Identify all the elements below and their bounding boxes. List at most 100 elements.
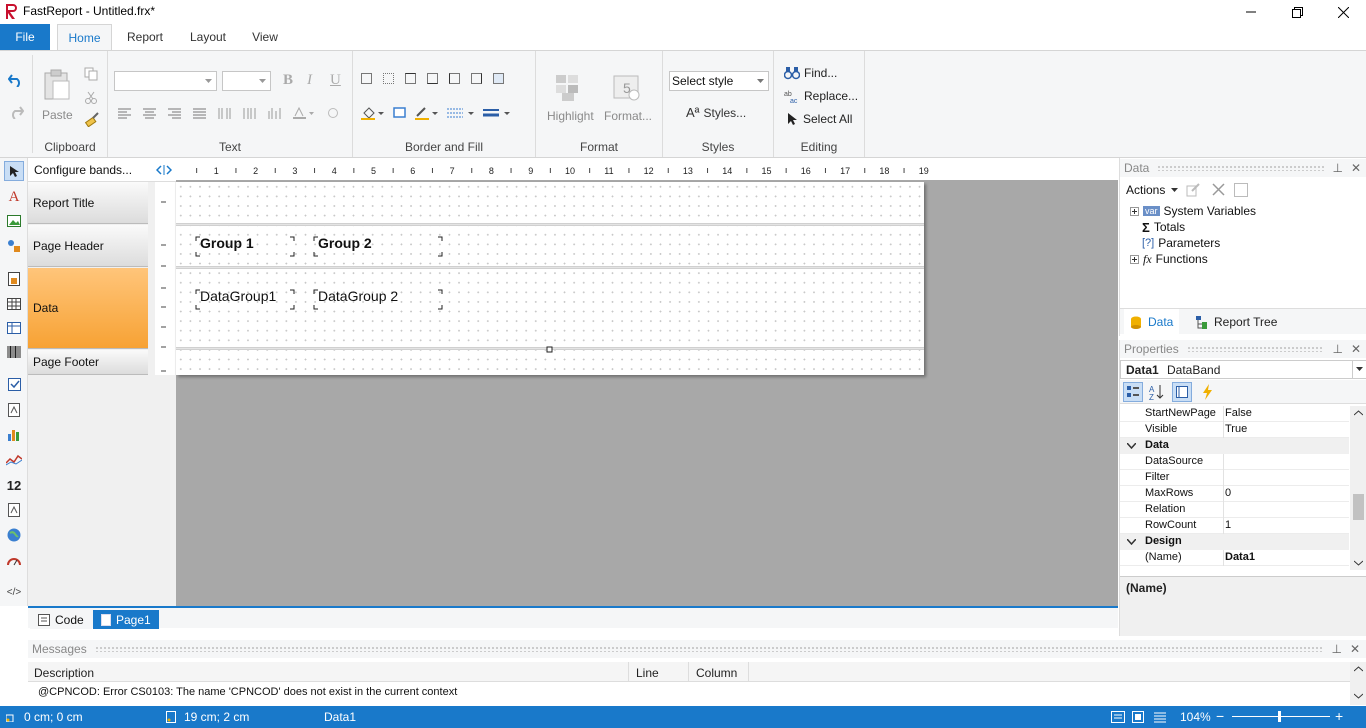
richtext-tool-icon[interactable]: [4, 400, 24, 420]
pin-icon[interactable]: ⊥: [1332, 342, 1342, 356]
col-description[interactable]: Description: [34, 666, 94, 680]
border-all-icon[interactable]: [361, 73, 372, 84]
highlight-icon[interactable]: [554, 73, 584, 103]
delete-icon[interactable]: [1212, 183, 1225, 196]
line-style-icon[interactable]: [447, 107, 475, 119]
valign-bottom-icon[interactable]: [268, 107, 281, 119]
zoom-whole-page-icon[interactable]: [1132, 711, 1144, 723]
pin-icon[interactable]: ⊥: [1331, 642, 1341, 656]
prop-row-relation[interactable]: Relation: [1120, 502, 1349, 518]
close-button[interactable]: [1320, 0, 1366, 24]
collapse-panel-icon[interactable]: [156, 165, 172, 175]
line-color-icon[interactable]: [415, 106, 439, 120]
paste-label[interactable]: Paste: [42, 108, 73, 122]
shadow-icon[interactable]: [393, 107, 407, 119]
col-line[interactable]: Line: [636, 666, 659, 680]
collapse-icon[interactable]: [1127, 539, 1136, 545]
align-right-icon[interactable]: [168, 108, 181, 119]
text-color-icon[interactable]: [293, 107, 315, 119]
font-size-dropdown[interactable]: [222, 71, 271, 91]
align-left-icon[interactable]: [118, 108, 131, 119]
undo-icon[interactable]: [8, 73, 24, 87]
tree-totals[interactable]: Σ Totals: [1142, 219, 1185, 235]
prop-row-visible[interactable]: Visible True: [1120, 422, 1349, 438]
zoom-out-button[interactable]: −: [1216, 708, 1224, 724]
close-icon[interactable]: ✕: [1351, 161, 1361, 175]
categorized-icon[interactable]: [1123, 382, 1143, 402]
tree-system-variables[interactable]: var System Variables: [1130, 203, 1256, 219]
band-page-header[interactable]: Page Header: [28, 225, 148, 267]
map-tool-icon[interactable]: [4, 525, 24, 545]
object-selector[interactable]: Data1 DataBand: [1120, 360, 1366, 379]
gauge-tool-icon[interactable]: [4, 550, 24, 570]
tab-report[interactable]: Report: [120, 24, 170, 50]
close-icon[interactable]: ✕: [1350, 642, 1360, 656]
border-editor-icon[interactable]: [493, 73, 504, 84]
bold-button[interactable]: B: [283, 72, 293, 89]
prop-row-name[interactable]: (Name) Data1: [1120, 550, 1349, 566]
justify-icon[interactable]: [193, 108, 206, 119]
prop-row-filter[interactable]: Filter: [1120, 470, 1349, 486]
border-none-icon[interactable]: [383, 73, 394, 84]
prop-value[interactable]: 1: [1225, 519, 1231, 531]
table-tool-icon[interactable]: [4, 294, 24, 314]
object-dropdown-arrow[interactable]: [1352, 361, 1366, 378]
events-icon[interactable]: [1198, 382, 1218, 402]
checkbox-tool-icon[interactable]: [4, 374, 24, 394]
cut-icon[interactable]: [84, 91, 98, 105]
line-width-icon[interactable]: [483, 107, 511, 119]
align-center-icon[interactable]: [143, 108, 156, 119]
prop-value[interactable]: True: [1225, 423, 1247, 435]
underline-button[interactable]: U: [330, 72, 341, 89]
messages-scrollbar[interactable]: [1350, 662, 1366, 705]
replace-button[interactable]: ab ac Replace...: [784, 89, 858, 103]
valign-center-icon[interactable]: [243, 107, 256, 119]
prop-category-design[interactable]: Design: [1120, 534, 1349, 550]
zoom-slider[interactable]: [1232, 716, 1330, 717]
zipcode-tool-icon[interactable]: [4, 500, 24, 520]
restore-button[interactable]: [1274, 0, 1320, 24]
matrix-tool-icon[interactable]: [4, 318, 24, 338]
border-right-icon[interactable]: [471, 73, 482, 84]
minimize-button[interactable]: [1228, 0, 1274, 24]
tab-file[interactable]: File: [0, 24, 50, 50]
fill-color-icon[interactable]: [361, 106, 385, 120]
subreport-tool-icon[interactable]: [4, 269, 24, 289]
format-label[interactable]: Format...: [604, 109, 652, 123]
prop-value[interactable]: False: [1225, 407, 1252, 419]
border-top-icon[interactable]: [405, 73, 416, 84]
valign-top-icon[interactable]: [218, 107, 231, 119]
html-tool-icon[interactable]: </>: [4, 582, 24, 602]
tab-view[interactable]: View: [245, 24, 285, 50]
prop-row-startnewpage[interactable]: StartNewPage False: [1120, 406, 1349, 422]
report-page[interactable]: Group 1 Group 2 DataGroup1 DataGroup 2: [176, 182, 924, 375]
select-all-button[interactable]: Select All: [787, 112, 852, 126]
pin-icon[interactable]: ⊥: [1332, 161, 1342, 175]
prop-row-maxrows[interactable]: MaxRows 0: [1120, 486, 1349, 502]
band-page-footer[interactable]: Page Footer: [28, 350, 148, 375]
tab-page1[interactable]: Page1: [93, 610, 159, 629]
expand-icon[interactable]: [1130, 254, 1139, 264]
band-report-title[interactable]: Report Title: [28, 182, 148, 224]
zoom-page-width-icon[interactable]: [1111, 711, 1125, 723]
sort-alpha-icon[interactable]: AZ: [1147, 382, 1167, 402]
highlight-label[interactable]: Highlight: [547, 109, 594, 123]
shape-tool-icon[interactable]: [4, 236, 24, 256]
pointer-tool-icon[interactable]: [4, 161, 24, 181]
view-icon[interactable]: [1234, 183, 1248, 197]
text-tool-icon[interactable]: A: [4, 187, 24, 207]
prop-value[interactable]: 0: [1225, 487, 1231, 499]
format-icon[interactable]: 5: [612, 73, 642, 103]
format-painter-icon[interactable]: [84, 111, 100, 127]
border-bottom-icon[interactable]: [427, 73, 438, 84]
message-row[interactable]: @CPNCOD: Error CS0103: The name 'CPNCOD'…: [38, 686, 457, 698]
select-style-dropdown[interactable]: Select style: [669, 71, 769, 91]
zoom-100-icon[interactable]: [1154, 711, 1166, 723]
prop-category-data[interactable]: Data: [1120, 438, 1349, 454]
redo-icon[interactable]: [8, 105, 24, 119]
zoom-in-button[interactable]: +: [1335, 708, 1343, 724]
tree-parameters[interactable]: [?] Parameters: [1142, 235, 1220, 251]
chart-tool-icon[interactable]: [4, 424, 24, 444]
rotate-icon[interactable]: [327, 107, 339, 119]
prop-value[interactable]: Data1: [1225, 551, 1255, 563]
